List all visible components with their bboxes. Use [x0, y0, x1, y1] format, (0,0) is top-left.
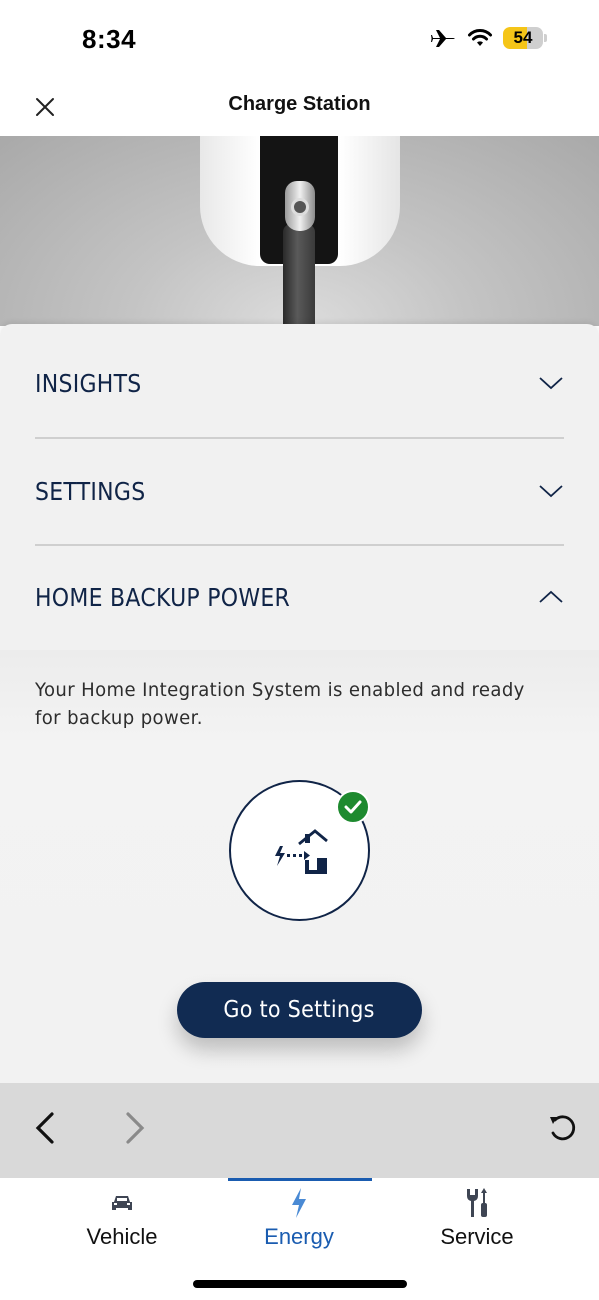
- forward-button[interactable]: [120, 1108, 148, 1148]
- charge-station-image: [0, 136, 599, 326]
- battery-level: 54: [503, 27, 543, 49]
- active-tab-indicator: [228, 1178, 372, 1181]
- accordion-settings[interactable]: SETTINGS: [35, 438, 564, 544]
- home-power-transfer-icon: [275, 829, 328, 874]
- accordion-home-backup-power[interactable]: HOME BACKUP POWER: [35, 544, 564, 650]
- go-to-settings-label: Go to Settings: [223, 997, 376, 1023]
- tab-label: Service: [440, 1224, 514, 1249]
- chevron-up-icon: [539, 590, 563, 603]
- accordion-label: SETTINGS: [35, 476, 146, 506]
- battery-cap: [544, 34, 547, 42]
- airplane-icon: [431, 30, 455, 47]
- accordion-label: HOME BACKUP POWER: [35, 582, 291, 612]
- home-backup-status: [229, 780, 370, 921]
- accordion-label: INSIGHTS: [35, 368, 142, 398]
- chevron-down-icon: [539, 485, 563, 498]
- status-time: 8:34: [82, 24, 137, 54]
- tab-vehicle[interactable]: Vehicle: [32, 1186, 212, 1256]
- reload-icon: [550, 1115, 576, 1141]
- chevron-right-icon: [126, 1112, 145, 1144]
- plug-ring: [291, 198, 309, 216]
- tab-label: Vehicle: [86, 1224, 158, 1249]
- header: Charge Station: [0, 80, 599, 136]
- browser-nav-bar: [0, 1083, 599, 1178]
- tab-label: Energy: [264, 1224, 334, 1249]
- reload-button[interactable]: [546, 1111, 580, 1145]
- chevron-left-icon: [35, 1112, 54, 1144]
- tools-icon: [467, 1188, 487, 1217]
- go-to-settings-button[interactable]: Go to Settings: [177, 982, 422, 1038]
- accordion-insights[interactable]: INSIGHTS: [35, 330, 564, 436]
- bolt-icon: [292, 1188, 306, 1218]
- car-icon: [112, 1196, 132, 1210]
- status-bar: 8:34 54: [0, 0, 599, 80]
- battery-indicator: 54: [503, 27, 547, 49]
- tab-energy[interactable]: Energy: [209, 1186, 389, 1256]
- check-icon: [344, 800, 362, 814]
- home-indicator[interactable]: [193, 1280, 407, 1288]
- tab-service[interactable]: Service: [387, 1186, 567, 1256]
- back-button[interactable]: [32, 1108, 60, 1148]
- wifi-icon: [468, 29, 492, 46]
- plug-handle: [283, 224, 315, 326]
- home-backup-panel: Your Home Integration System is enabled …: [0, 650, 599, 1084]
- chevron-down-icon: [539, 377, 563, 390]
- accordion-card: INSIGHTS SETTINGS HOME BACKUP POWER Your…: [0, 324, 599, 1084]
- status-icons: 54: [431, 27, 547, 49]
- page-title: Charge Station: [228, 93, 371, 115]
- home-backup-description: Your Home Integration System is enabled …: [35, 679, 525, 729]
- check-badge: [336, 790, 370, 824]
